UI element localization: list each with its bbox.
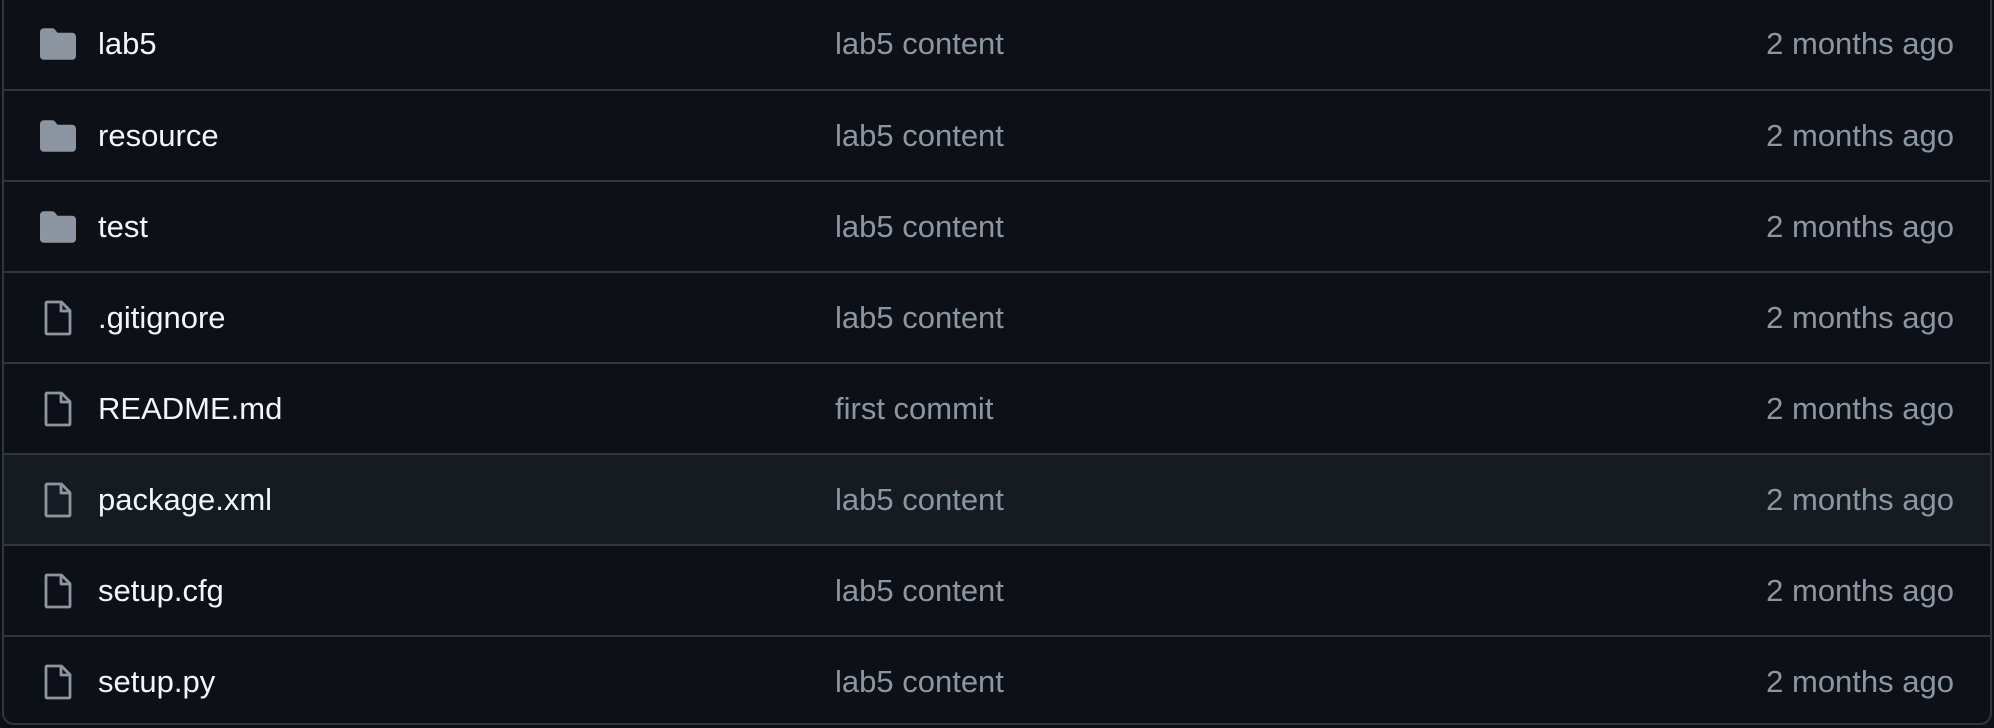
file-name-link[interactable]: test [98,209,148,245]
file-row-package-xml[interactable]: package.xml lab5 content 2 months ago [4,453,1990,544]
file-icon [38,298,78,338]
file-icon [38,480,78,520]
file-icon [38,662,78,702]
file-row-setup-cfg[interactable]: setup.cfg lab5 content 2 months ago [4,544,1990,635]
file-name-link[interactable]: lab5 [98,26,157,62]
file-row-setup-py[interactable]: setup.py lab5 content 2 months ago [4,635,1990,723]
file-name-link[interactable]: setup.py [98,664,215,700]
file-row-gitignore[interactable]: .gitignore lab5 content 2 months ago [4,271,1990,362]
file-row-lab5[interactable]: lab5 lab5 content 2 months ago [4,0,1990,89]
last-modified-time: 2 months ago [1766,663,1954,699]
commit-message-link[interactable]: lab5 content [835,26,1004,62]
commit-message-link[interactable]: lab5 content [835,209,1004,245]
commit-message-link[interactable]: lab5 content [835,300,1004,336]
file-name-link[interactable]: README.md [98,391,282,427]
last-modified-time: 2 months ago [1766,25,1954,61]
last-modified-time: 2 months ago [1766,390,1954,426]
commit-message-link[interactable]: lab5 content [835,664,1004,700]
last-modified-time: 2 months ago [1766,572,1954,608]
file-icon [38,389,78,429]
file-name-link[interactable]: package.xml [98,482,272,518]
commit-message-link[interactable]: first commit [835,391,993,427]
last-modified-time: 2 months ago [1766,299,1954,335]
folder-icon [38,207,78,247]
last-modified-time: 2 months ago [1766,117,1954,153]
file-list: lab5 lab5 content 2 months ago resource … [2,0,1992,725]
file-row-readme[interactable]: README.md first commit 2 months ago [4,362,1990,453]
file-row-test[interactable]: test lab5 content 2 months ago [4,180,1990,271]
folder-icon [38,116,78,156]
file-name-link[interactable]: .gitignore [98,300,226,336]
last-modified-time: 2 months ago [1766,208,1954,244]
folder-icon [38,24,78,64]
file-name-link[interactable]: resource [98,118,219,154]
file-name-link[interactable]: setup.cfg [98,573,224,609]
file-row-resource[interactable]: resource lab5 content 2 months ago [4,89,1990,180]
commit-message-link[interactable]: lab5 content [835,573,1004,609]
file-icon [38,571,78,611]
last-modified-time: 2 months ago [1766,481,1954,517]
commit-message-link[interactable]: lab5 content [835,118,1004,154]
commit-message-link[interactable]: lab5 content [835,482,1004,518]
